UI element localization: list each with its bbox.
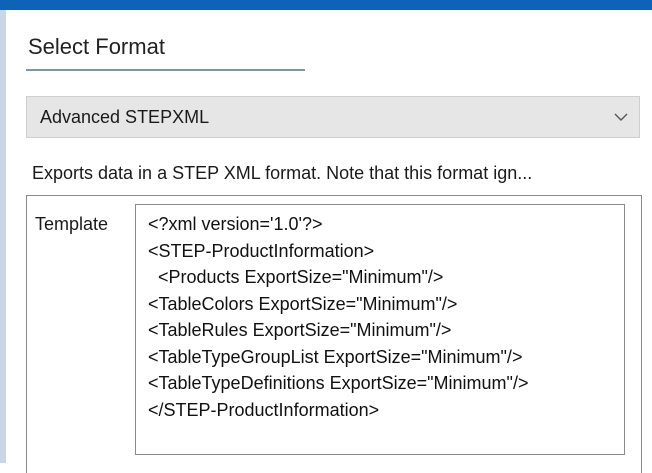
top-accent-bar [0, 0, 652, 10]
template-line: <TableColors ExportSize="Minimum"/> [148, 293, 458, 314]
chevron-down-icon [614, 113, 628, 121]
template-line: <TableTypeGroupList ExportSize="Minimum"… [148, 346, 523, 367]
template-label: Template [35, 214, 109, 234]
template-line: <?xml version='1.0'?> [148, 214, 323, 234]
section-title-underline [26, 69, 305, 71]
select-format-panel: Select Format Advanced STEPXML Exports d… [26, 10, 652, 473]
format-dropdown-value: Advanced STEPXML [40, 106, 210, 127]
template-group: Template <?xml version='1.0'?> <STEP-Pro… [26, 195, 642, 473]
template-line: <TableTypeDefinitions ExportSize="Minimu… [148, 373, 529, 393]
template-line: <Products ExportSize="Minimum"/> [148, 267, 444, 287]
section-title: Select Format [28, 34, 165, 59]
format-dropdown[interactable]: Advanced STEPXML [26, 96, 640, 138]
template-textarea[interactable]: <?xml version='1.0'?> <STEP-ProductInfor… [135, 204, 625, 455]
template-line: <TableRules ExportSize="Minimum"/> [148, 320, 452, 340]
template-line: </STEP-ProductInformation> [148, 399, 380, 420]
left-rail [0, 10, 6, 463]
template-line: <STEP-ProductInformation> [148, 240, 375, 261]
format-description: Exports data in a STEP XML format. Note … [32, 163, 533, 183]
